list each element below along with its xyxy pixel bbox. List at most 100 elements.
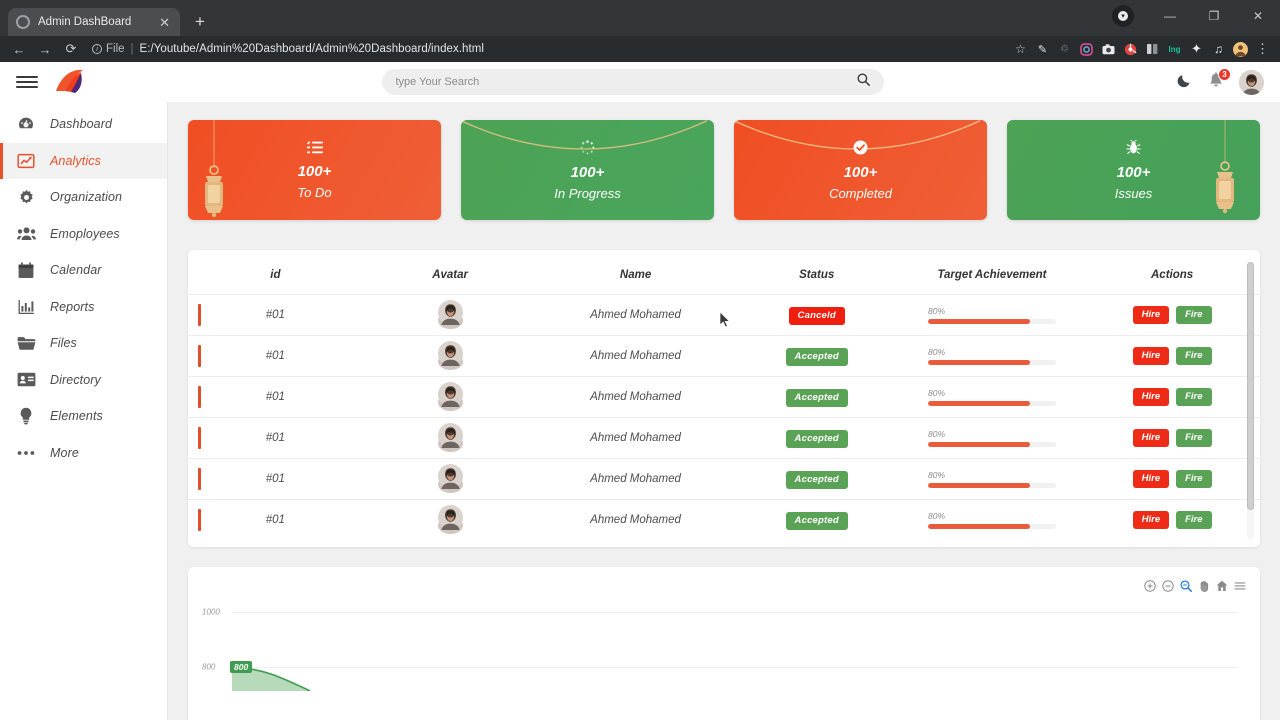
scheme-label: File [106,43,125,55]
grammarly-icon[interactable]: Ing [1167,42,1182,57]
sidebar-item-directory[interactable]: Directory [0,362,167,399]
sidebar-item-analytics[interactable]: Analytics [0,142,167,179]
cell-status: Accepted [733,417,900,459]
maximize-button[interactable]: ❐ [1192,0,1236,32]
sidebar-item-more[interactable]: More [0,435,167,472]
table-row[interactable]: #01 Ahmed Mohamed Accepted 80% Hire Fire [188,335,1260,377]
window-close-button[interactable]: ✕ [1236,0,1280,32]
pen-icon[interactable]: ✎ [1035,42,1050,57]
site-info[interactable]: i File [92,43,125,55]
fire-button[interactable]: Fire [1176,347,1212,365]
progress-bar-fill [927,401,1031,406]
minimize-button[interactable]: — [1148,0,1192,32]
window-controls: ▾ — ❐ ✕ [1112,0,1280,32]
progress-percent-label: 80% [927,306,945,316]
recycle-icon[interactable]: ♲ [1057,42,1072,57]
status-badge: Canceld [788,307,845,325]
table-row[interactable]: #01 Ahmed Mohamed Accepted 80% Hire Fire [188,417,1260,459]
search-input[interactable] [395,76,857,88]
hire-button[interactable]: Hire [1132,429,1170,447]
sidebar-item-calendar[interactable]: Calendar [0,252,167,289]
action-buttons: Hire Fire [1084,511,1260,530]
cell-id: #01 [188,335,363,377]
hire-button[interactable]: Hire [1132,470,1170,488]
back-button[interactable]: ← [8,38,30,60]
row-accent-bar [198,304,201,326]
table-row[interactable]: #01 Ahmed Mohamed Accepted 80% Hire Fire [188,499,1260,541]
table-row[interactable]: #01 Ahmed Mohamed Accepted 80% Hire Fire [188,458,1260,500]
account-icon[interactable] [1233,41,1248,57]
stat-card-in-progress[interactable]: 100+ In Progress [461,120,714,220]
stat-card-todo[interactable]: 100+ To Do [188,120,441,220]
scrollbar-thumb[interactable] [1247,262,1254,510]
zoom-in-icon[interactable] [1143,579,1156,592]
stat-value: 100+ [843,163,878,181]
fire-button[interactable]: Fire [1176,388,1212,406]
hire-button[interactable]: Hire [1132,511,1170,530]
avatar[interactable] [437,464,463,493]
instagram-icon[interactable] [1079,42,1094,57]
cell-target-achievement: 80% [899,417,1085,459]
colorpicker-icon[interactable] [1123,42,1138,57]
notifications-button[interactable]: 3 [1207,68,1231,92]
sidebar-item-files[interactable]: Files [0,325,167,362]
stat-label: In Progress [554,185,621,201]
puzzle-icon[interactable]: ✦ [1189,41,1204,57]
extensions-tray: ☆ ✎ ♲ Ing ✦ ♫ ⋮ [1013,41,1272,57]
avatar[interactable] [437,423,463,452]
camera-icon[interactable] [1101,42,1116,57]
hire-button[interactable]: Hire [1132,306,1170,324]
fire-button[interactable]: Fire [1176,429,1212,447]
address-bar[interactable]: i File | E:/Youtube/Admin%20Dashboard/Ad… [92,40,1003,58]
vertical-scrollbar[interactable] [1247,262,1254,539]
app-logo[interactable] [52,67,88,97]
cell-id: #01 [188,499,363,541]
cell-target-achievement: 80% [899,335,1085,377]
bookmark-star-icon[interactable]: ☆ [1013,42,1028,57]
browser-tab[interactable]: Admin DashBoard ✕ [8,8,180,36]
sidebar-item-dashboard[interactable]: Dashboard [0,106,167,143]
hamburger-icon[interactable] [16,76,38,88]
reset-zoom-icon[interactable] [1215,579,1228,592]
progress-percent-label: 80% [927,388,945,398]
sidebar-item-employees[interactable]: Emoployees [0,216,167,253]
forward-button[interactable]: → [34,38,56,60]
profile-icon[interactable]: ▾ [1112,5,1134,27]
row-accent-bar [198,509,201,532]
split-icon[interactable] [1145,42,1160,57]
hire-button[interactable]: Hire [1132,388,1170,406]
stat-card-issues[interactable]: 100+ Issues [1007,120,1260,220]
fire-button[interactable]: Fire [1176,470,1212,488]
browser-menu-icon[interactable]: ⋮ [1255,41,1270,57]
avatar[interactable] [437,382,463,411]
cell-target-achievement: 80% [899,499,1085,541]
menu-icon[interactable] [1233,579,1246,592]
sidebar-item-reports[interactable]: Reports [0,289,167,326]
reload-button[interactable]: ⟳ [60,38,82,60]
readlist-icon[interactable]: ♫ [1211,42,1226,57]
sidebar-item-organization[interactable]: Organization [0,179,167,216]
pan-icon[interactable] [1197,579,1210,592]
fire-button[interactable]: Fire [1176,511,1212,530]
search-box[interactable] [381,69,884,95]
cell-actions: Hire Fire [1084,458,1260,500]
new-tab-button[interactable]: + [187,9,213,35]
stat-card-completed[interactable]: 100+ Completed [734,120,987,220]
close-icon[interactable]: ✕ [157,16,172,29]
avatar[interactable] [437,341,463,370]
sidebar-item-elements[interactable]: Elements [0,398,167,435]
avatar[interactable] [437,300,463,329]
table-row[interactable]: #01 Ahmed Mohamed Accepted 80% Hire Fire [188,376,1260,418]
stat-value: 100+ [1116,163,1151,181]
avatar[interactable] [1239,69,1264,95]
progress-percent-label: 80% [927,511,945,522]
globe-icon [16,15,30,29]
moon-icon[interactable] [1177,72,1193,92]
search-icon[interactable] [857,73,870,91]
sidebar: Dashboard Analytics Organization Emoploy… [0,102,168,720]
hire-button[interactable]: Hire [1132,347,1170,365]
selection-zoom-icon[interactable] [1179,579,1192,592]
avatar[interactable] [437,505,463,535]
fire-button[interactable]: Fire [1176,306,1212,324]
zoom-out-icon[interactable] [1161,579,1174,592]
